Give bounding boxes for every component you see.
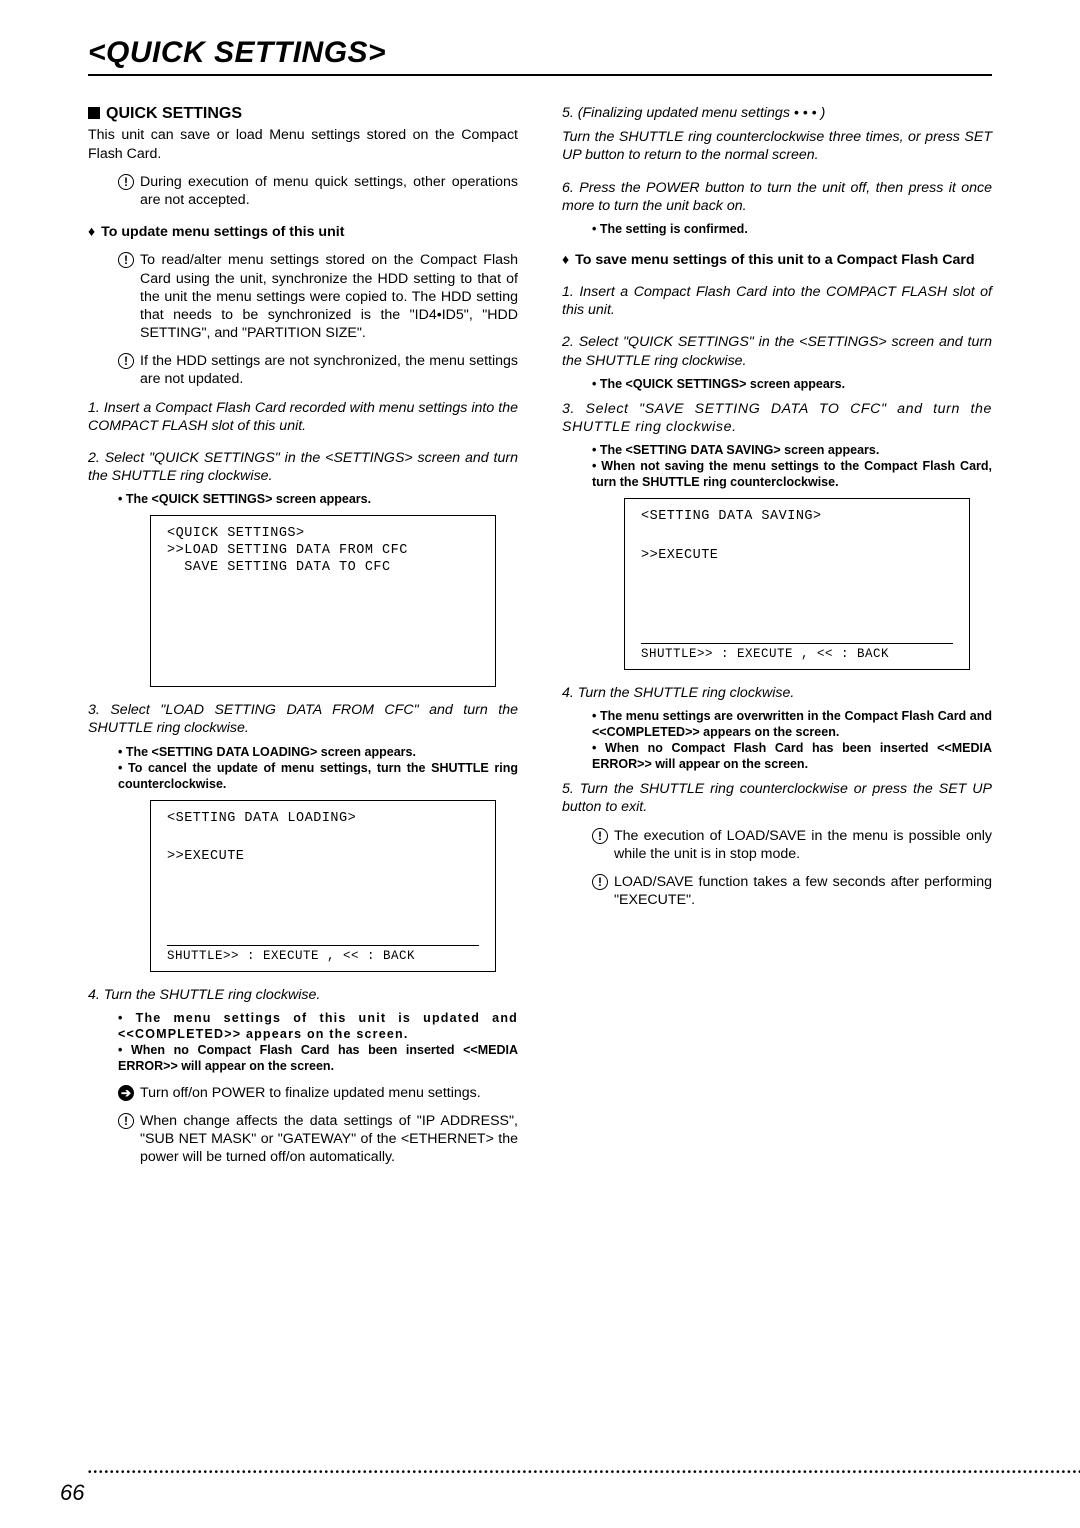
save-step-3-bullet-1: • The <SETTING DATA SAVING> screen appea… [562,442,992,458]
screen-footer: SHUTTLE>> : EXECUTE , << : BACK [167,945,479,965]
step-6: 6. Press the POWER button to turn the un… [562,179,992,215]
step-1: 1. Insert a Compact Flash Card recorded … [88,399,518,435]
tip-block: ➔ Turn off/on POWER to finalize updated … [118,1084,518,1102]
step-4-bullet-1: • The menu settings of this unit is upda… [88,1010,518,1042]
notice-block: ! If the HDD settings are not synchroniz… [118,352,518,388]
page-number: 66 [60,1480,84,1506]
subheading-text: To update menu settings of this unit [101,223,344,241]
save-step-4-bullet-1: • The menu settings are overwritten in t… [562,708,992,740]
arrow-circle-icon: ➔ [118,1085,134,1101]
notice-text: The execution of LOAD/SAVE in the menu i… [614,827,992,863]
save-step-4: 4. Turn the SHUTTLE ring clockwise. [562,684,992,702]
step-3-bullet-1: • The <SETTING DATA LOADING> screen appe… [88,744,518,760]
screen-saving: <SETTING DATA SAVING> >>EXECUTE SHUTTLE>… [624,498,970,670]
notice-text: To read/alter menu settings stored on th… [140,251,518,342]
notice-block: ! When change affects the data settings … [118,1112,518,1167]
caution-icon: ! [118,353,134,369]
step-2-bullet: • The <QUICK SETTINGS> screen appears. [88,491,518,507]
subheading-save: ♦ To save menu settings of this unit to a… [562,251,992,269]
notice-block: ! To read/alter menu settings stored on … [118,251,518,342]
save-step-3-bullet-2: • When not saving the menu settings to t… [562,458,992,490]
step-5-body: Turn the SHUTTLE ring counterclockwise t… [562,128,992,164]
step-4: 4. Turn the SHUTTLE ring clockwise. [88,986,518,1004]
right-column: 5. (Finalizing updated menu settings • •… [562,104,992,1176]
step-6-bullet: • The setting is confirmed. [562,221,992,237]
save-step-3: 3. Select "SAVE SETTING DATA TO CFC" and… [562,400,992,436]
page-divider-dots: ••••••••••••••••••••••••••••••••••••••••… [88,1467,1080,1478]
section-heading: QUICK SETTINGS [88,104,518,124]
screen-title: <SETTING DATA SAVING> [641,509,953,526]
caution-icon: ! [118,252,134,268]
tip-text: Turn off/on POWER to finalize updated me… [140,1084,481,1102]
notice-block: ! LOAD/SAVE function takes a few seconds… [592,873,992,909]
diamond-bullet-icon: ♦ [88,223,95,241]
subheading-text: To save menu settings of this unit to a … [575,251,974,269]
screen-title: <SETTING DATA LOADING> [167,811,479,828]
heading-text: QUICK SETTINGS [106,105,242,122]
save-step-2-bullet: • The <QUICK SETTINGS> screen appears. [562,376,992,392]
caution-icon: ! [592,874,608,890]
page-title: <QUICK SETTINGS> [88,36,992,76]
notice-text: LOAD/SAVE function takes a few seconds a… [614,873,992,909]
save-step-4-bullet-2: • When no Compact Flash Card has been in… [562,740,992,772]
step-4-bullet-2: • When no Compact Flash Card has been in… [88,1042,518,1074]
left-column: QUICK SETTINGS This unit can save or loa… [88,104,518,1176]
caution-icon: ! [118,1113,134,1129]
screen-option-save: SAVE SETTING DATA TO CFC [167,560,479,577]
notice-text: If the HDD settings are not synchronized… [140,352,518,388]
step-5: 5. (Finalizing updated menu settings • •… [562,104,992,122]
subheading: ♦ To update menu settings of this unit [88,223,518,241]
save-step-1: 1. Insert a Compact Flash Card into the … [562,283,992,319]
intro-paragraph: This unit can save or load Menu settings… [88,126,518,162]
screen-option-load: >>LOAD SETTING DATA FROM CFC [167,543,479,560]
diamond-bullet-icon: ♦ [562,251,569,269]
step-3-bullet-2: • To cancel the update of menu settings,… [88,760,518,792]
notice-text: During execution of menu quick settings,… [140,173,518,209]
square-bullet-icon [88,107,100,119]
notice-block: ! The execution of LOAD/SAVE in the menu… [592,827,992,863]
screen-execute: >>EXECUTE [167,849,479,866]
save-step-5: 5. Turn the SHUTTLE ring counterclockwis… [562,780,992,816]
notice-text: When change affects the data settings of… [140,1112,518,1167]
screen-title: <QUICK SETTINGS> [167,526,479,543]
screen-execute: >>EXECUTE [641,548,953,565]
step-2: 2. Select "QUICK SETTINGS" in the <SETTI… [88,449,518,485]
screen-quick-settings: <QUICK SETTINGS> >>LOAD SETTING DATA FRO… [150,515,496,687]
notice-block: ! During execution of menu quick setting… [118,173,518,209]
caution-icon: ! [118,174,134,190]
save-step-2: 2. Select "QUICK SETTINGS" in the <SETTI… [562,333,992,369]
caution-icon: ! [592,828,608,844]
step-3: 3. Select "LOAD SETTING DATA FROM CFC" a… [88,701,518,737]
screen-loading: <SETTING DATA LOADING> >>EXECUTE SHUTTLE… [150,800,496,972]
screen-footer: SHUTTLE>> : EXECUTE , << : BACK [641,643,953,663]
